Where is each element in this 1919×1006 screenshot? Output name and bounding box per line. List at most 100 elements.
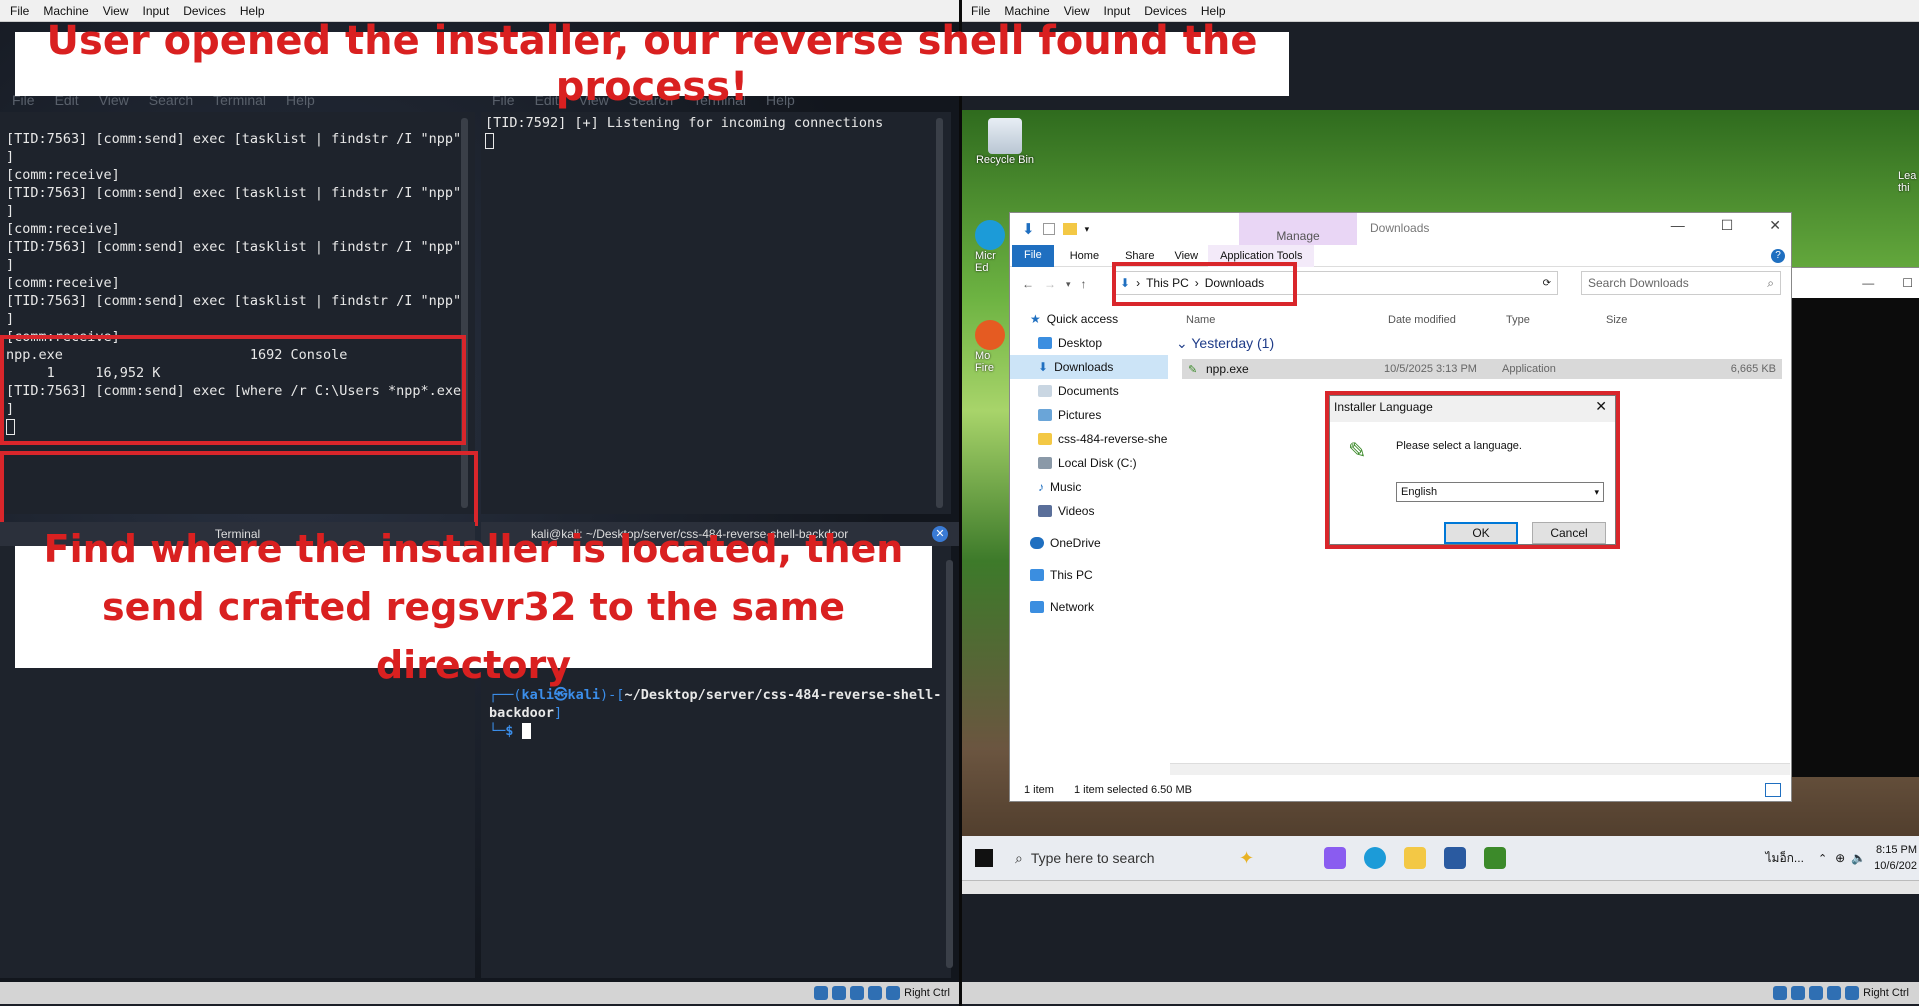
menu-help[interactable]: Help <box>240 4 265 18</box>
taskbar-search[interactable]: ⌕ Type here to search <box>1005 840 1205 876</box>
properties-icon[interactable] <box>1042 223 1055 235</box>
recycle-bin[interactable]: Recycle Bin <box>975 118 1035 166</box>
nav-label: Downloads <box>1054 360 1114 374</box>
highlight-downloads-path <box>1112 262 1297 306</box>
column-size[interactable]: Size <box>1606 314 1627 326</box>
vm-status-icon[interactable] <box>850 986 865 1000</box>
menu-file[interactable]: File <box>971 4 990 18</box>
terminal-line: [comm:receive] <box>6 221 120 237</box>
menu-file[interactable]: File <box>10 4 29 18</box>
up-icon[interactable]: ↑ <box>1081 277 1087 291</box>
listener-terminal[interactable]: [TID:7592] [+] Listening for incoming co… <box>481 112 951 514</box>
menu-input[interactable]: Input <box>143 4 170 18</box>
volume-icon[interactable]: 🔈 <box>1851 851 1866 865</box>
file-explorer-icon[interactable] <box>1404 847 1427 869</box>
maximize-icon[interactable]: ☐ <box>1902 276 1913 290</box>
nav-project-folder[interactable]: css-484-reverse-she <box>1010 427 1168 451</box>
search-input[interactable]: Search Downloads <box>1588 276 1689 290</box>
chevron-up-icon[interactable]: ⌃ <box>1818 852 1827 865</box>
search-box[interactable]: Search Downloads ⌕ <box>1581 271 1781 295</box>
edge-label: Micr Ed <box>975 250 996 274</box>
status-selection: 1 item selected 6.50 MB <box>1073 784 1192 796</box>
vm-status-icon[interactable] <box>1827 986 1842 1000</box>
terminal-line: ] <box>6 311 15 327</box>
folder-icon[interactable] <box>1062 223 1077 235</box>
right-terminal-scrollbar[interactable] <box>936 118 943 508</box>
tab-home[interactable]: Home <box>1054 250 1115 262</box>
firefox-shortcut[interactable]: Mo Fire <box>975 320 1009 374</box>
taskbar-clock[interactable]: 8:15 PM 10/6/202 <box>1874 842 1917 874</box>
close-icon[interactable]: ✕ <box>932 526 948 542</box>
copilot-sparkle-icon[interactable]: ✦ <box>1239 848 1254 869</box>
vm-horizontal-scrollbar[interactable] <box>961 880 1919 894</box>
language-indicator[interactable]: ไมอ็ก... <box>1766 849 1804 868</box>
network-icon[interactable]: ⊕ <box>1835 851 1845 865</box>
nav-network[interactable]: Network <box>1010 595 1168 619</box>
vm-status-icon[interactable] <box>1791 986 1806 1000</box>
menu-devices[interactable]: Devices <box>1144 4 1187 18</box>
column-date-modified[interactable]: Date modified <box>1388 314 1456 326</box>
bottom-right-scrollbar[interactable] <box>946 560 953 968</box>
nav-onedrive[interactable]: OneDrive <box>1010 531 1168 555</box>
vm-status-icon[interactable] <box>814 986 829 1000</box>
menu-machine[interactable]: Machine <box>1004 4 1049 18</box>
nav-label: Local Disk (C:) <box>1058 456 1137 470</box>
menu-input[interactable]: Input <box>1104 4 1131 18</box>
menu-view[interactable]: View <box>103 4 129 18</box>
column-name[interactable]: Name <box>1186 314 1215 326</box>
windows-start-icon[interactable] <box>975 849 993 867</box>
details-view-icon[interactable] <box>1765 783 1781 797</box>
file-row-npp[interactable]: ✎ npp.exe 10/5/2025 3:13 PM Application … <box>1182 359 1782 379</box>
star-icon: ★ <box>1030 312 1041 326</box>
nav-videos[interactable]: Videos <box>1010 499 1168 523</box>
nav-documents[interactable]: Documents <box>1010 379 1168 403</box>
tab-share[interactable]: Share <box>1115 250 1164 262</box>
vm-status-icon[interactable] <box>1809 986 1824 1000</box>
nav-music[interactable]: ♪ Music <box>1010 475 1168 499</box>
copilot-icon[interactable] <box>1324 847 1347 869</box>
nav-quick-access[interactable]: ★ Quick access <box>1010 307 1168 331</box>
tab-file[interactable]: File <box>1012 244 1054 267</box>
edge-shortcut[interactable]: Micr Ed <box>975 220 1009 274</box>
refresh-icon[interactable]: ⟳ <box>1543 278 1551 289</box>
nav-label: css-484-reverse-she <box>1058 432 1168 446</box>
minimize-icon[interactable]: — <box>1671 217 1685 234</box>
menu-devices[interactable]: Devices <box>183 4 226 18</box>
chevron-down-icon[interactable]: ▾ <box>1085 224 1090 235</box>
group-header[interactable]: ⌄ Yesterday (1) <box>1176 335 1274 352</box>
back-icon[interactable]: ← <box>1022 277 1034 291</box>
notepad-plus-icon: ✎ <box>1188 363 1198 376</box>
horizontal-scrollbar[interactable] <box>1170 763 1790 775</box>
file-name: npp.exe <box>1206 362 1249 376</box>
menu-view[interactable]: View <box>1064 4 1090 18</box>
menu-machine[interactable]: Machine <box>43 4 88 18</box>
taskbar-search-input[interactable]: Type here to search <box>1031 850 1155 866</box>
menu-help[interactable]: Help <box>1201 4 1226 18</box>
minimize-icon[interactable]: — <box>1862 276 1874 290</box>
notepad-plus-icon[interactable] <box>1484 847 1507 869</box>
maximize-icon[interactable]: ☐ <box>1721 217 1734 234</box>
edge-icon[interactable] <box>1364 847 1387 869</box>
forward-icon[interactable]: → <box>1044 277 1056 291</box>
left-terminal-scrollbar[interactable] <box>461 118 468 508</box>
background-window[interactable]: — ☐ <box>1790 267 1919 777</box>
nav-local-disk[interactable]: Local Disk (C:) <box>1010 451 1168 475</box>
python-icon[interactable] <box>1444 847 1467 869</box>
vm-status-icon[interactable] <box>1845 986 1860 1000</box>
nav-this-pc[interactable]: This PC <box>1010 563 1168 587</box>
nav-pictures[interactable]: Pictures <box>1010 403 1168 427</box>
close-icon[interactable]: ✕ <box>1769 217 1781 234</box>
vm-status-icon[interactable] <box>832 986 847 1000</box>
terminal-line: [TID:7563] [comm:send] exec [tasklist | … <box>6 185 462 201</box>
tab-view[interactable]: View <box>1164 250 1208 262</box>
videos-icon <box>1038 505 1052 517</box>
vm-status-icon[interactable] <box>868 986 883 1000</box>
task-view-icon[interactable] <box>1284 847 1306 869</box>
nav-downloads[interactable]: ⬇ Downloads <box>1010 355 1168 379</box>
help-icon[interactable]: ? <box>1771 248 1785 263</box>
vm-status-icon[interactable] <box>1773 986 1788 1000</box>
recent-locations-icon[interactable]: ▾ <box>1066 279 1071 290</box>
column-type[interactable]: Type <box>1506 314 1530 326</box>
vm-status-icon[interactable] <box>886 986 901 1000</box>
nav-desktop[interactable]: Desktop <box>1010 331 1168 355</box>
